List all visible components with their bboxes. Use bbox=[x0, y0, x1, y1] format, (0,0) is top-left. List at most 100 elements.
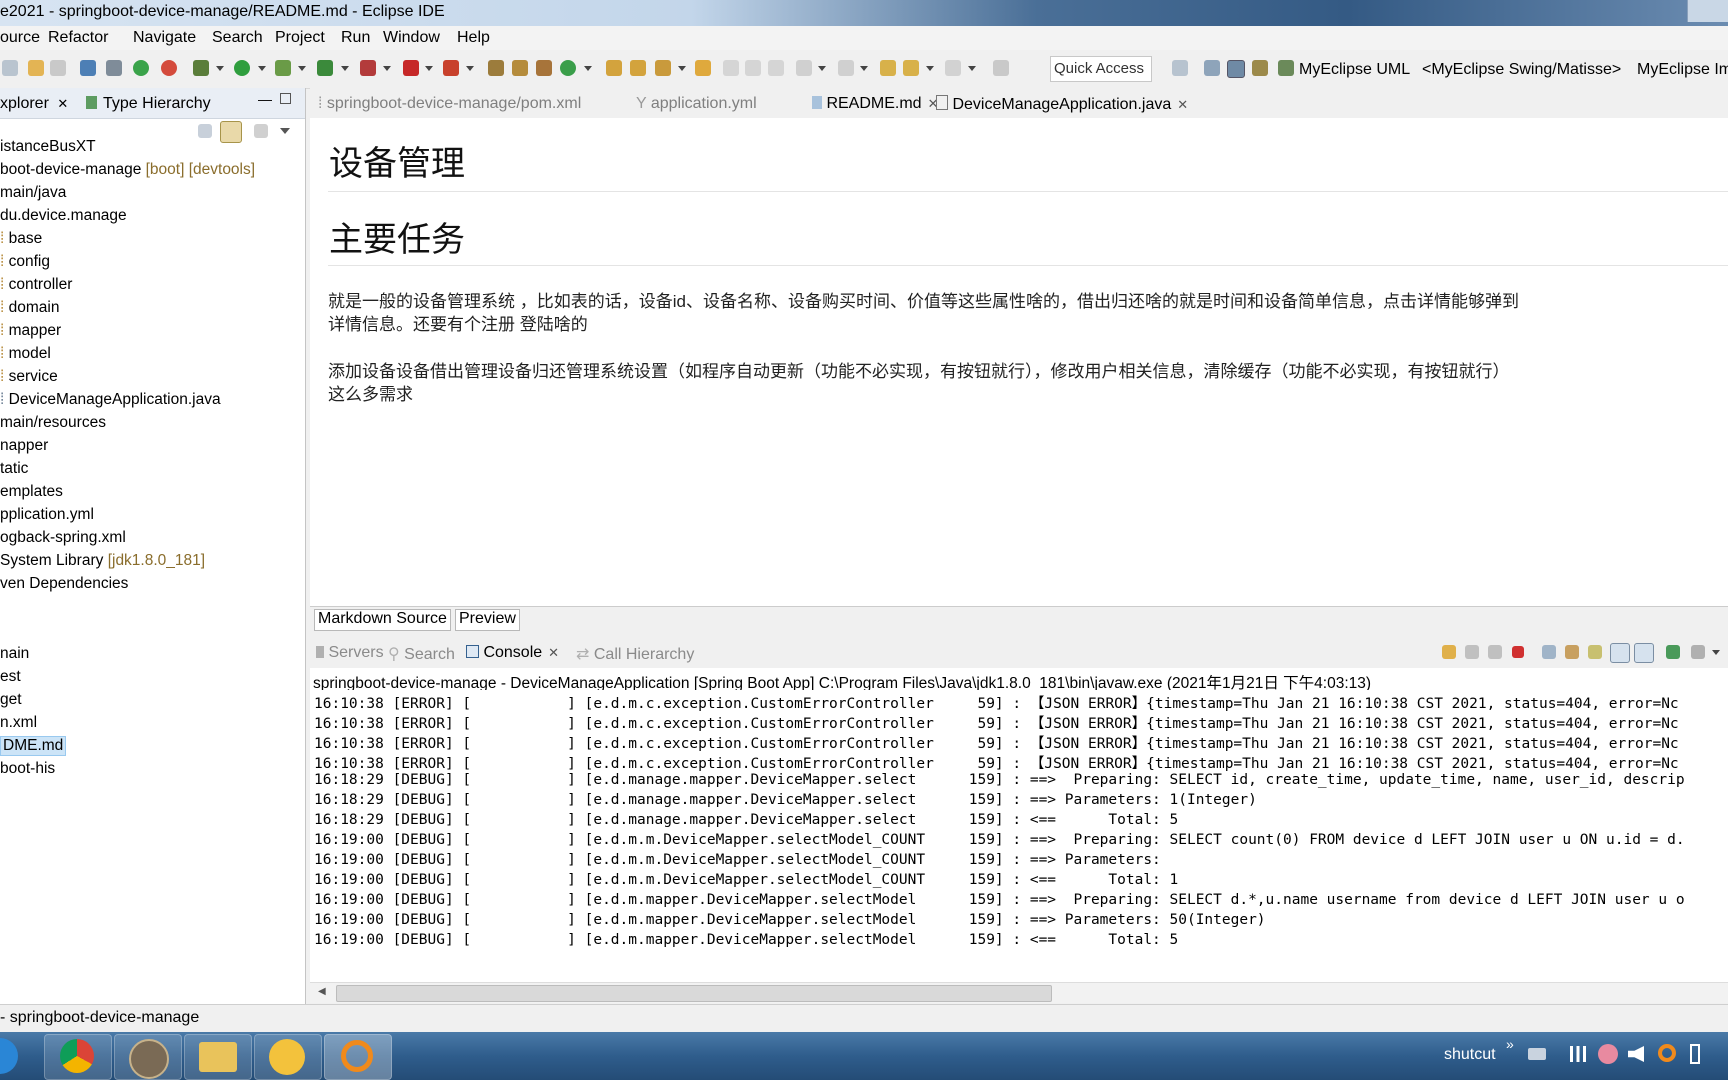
annotation-next-icon[interactable] bbox=[796, 60, 812, 76]
tree-item[interactable]: ⁞ config bbox=[0, 253, 50, 271]
tab-devicemanageapplication-java[interactable]: DeviceManageApplication.java ✕ bbox=[936, 95, 1188, 114]
perspective-myeclipse-im[interactable]: MyEclipse Im bbox=[1637, 61, 1728, 79]
minimize-icon[interactable]: — bbox=[258, 91, 272, 107]
annotation-next-dropdown-icon[interactable] bbox=[818, 66, 826, 71]
tab-servers[interactable]: Servers bbox=[316, 644, 384, 662]
new-wizard-dropdown-icon[interactable] bbox=[584, 66, 592, 71]
show-on-stdout-icon[interactable] bbox=[1610, 643, 1630, 663]
new-wizard-icon[interactable] bbox=[560, 60, 576, 76]
view-menu-icon[interactable] bbox=[280, 128, 290, 134]
tree-item[interactable]: istanceBusXT bbox=[0, 138, 96, 156]
open-perspective-icon[interactable] bbox=[1172, 60, 1188, 76]
menu-refactor[interactable]: Refactor bbox=[48, 29, 108, 47]
tree-item[interactable]: boot-device-manage [boot] [devtools] bbox=[0, 161, 255, 179]
taskbar-search-app[interactable] bbox=[324, 1034, 392, 1080]
console-output[interactable]: 16:10:38 [ERROR] [ ] [e.d.m.c.exception.… bbox=[310, 690, 1728, 982]
tree-item[interactable]: System Library [jdk1.8.0_181] bbox=[0, 552, 205, 570]
menu-window[interactable]: Window bbox=[383, 29, 440, 47]
search-tool-icon[interactable] bbox=[655, 60, 671, 76]
deploy-dropdown-icon[interactable] bbox=[466, 66, 474, 71]
tree-item[interactable]: main/resources bbox=[0, 414, 106, 432]
volume-icon[interactable] bbox=[1628, 1046, 1644, 1062]
tree-item[interactable]: du.device.manage bbox=[0, 207, 127, 225]
profile-dropdown-icon[interactable] bbox=[383, 66, 391, 71]
last-edit-icon[interactable] bbox=[880, 60, 896, 76]
menu-help[interactable]: Help bbox=[457, 29, 490, 47]
debug-icon[interactable] bbox=[193, 60, 209, 76]
remove-all-icon[interactable] bbox=[1488, 645, 1502, 659]
taskbar-chat[interactable] bbox=[254, 1034, 322, 1080]
tree-item[interactable]: ⁞ controller bbox=[0, 276, 72, 294]
scroll-lock-icon[interactable] bbox=[1565, 645, 1579, 659]
forward-icon[interactable] bbox=[945, 60, 961, 76]
stop-icon[interactable] bbox=[403, 60, 419, 76]
tab-application-yml[interactable]: Y application.yml bbox=[636, 95, 757, 113]
terminate-all-icon[interactable] bbox=[1442, 645, 1456, 659]
menu-run[interactable]: Run bbox=[341, 29, 370, 47]
scrollbar-thumb[interactable] bbox=[336, 985, 1052, 1002]
tab-console[interactable]: Console ✕ bbox=[466, 644, 559, 662]
scroll-left-icon[interactable]: ◀ bbox=[318, 986, 326, 997]
tree-item[interactable]: tatic bbox=[0, 460, 28, 478]
maximize-icon[interactable] bbox=[280, 93, 291, 104]
tree-item[interactable]: ⁞ base bbox=[0, 230, 42, 248]
tree-item[interactable]: get bbox=[0, 691, 22, 709]
tree-item[interactable]: boot-his bbox=[0, 760, 55, 778]
tab-readme-md[interactable]: README.md ✕ bbox=[812, 95, 938, 113]
menu-source[interactable]: ource bbox=[0, 29, 40, 47]
coverage-dropdown-icon[interactable] bbox=[341, 66, 349, 71]
java-ee-perspective-icon[interactable] bbox=[1204, 60, 1220, 76]
collapse-all-icon[interactable] bbox=[198, 124, 212, 138]
close-icon[interactable]: ✕ bbox=[548, 645, 559, 660]
open-resource-icon[interactable] bbox=[630, 60, 646, 76]
pin-console-icon[interactable] bbox=[1666, 645, 1680, 659]
perspective-myeclipse-uml[interactable]: MyEclipse UML bbox=[1299, 61, 1410, 79]
tab-call-hierarchy[interactable]: ⇄ Call Hierarchy bbox=[576, 644, 694, 664]
new-package-icon[interactable] bbox=[512, 60, 528, 76]
menu-project[interactable]: Project bbox=[275, 29, 325, 47]
deploy-icon[interactable] bbox=[443, 60, 459, 76]
tree-item[interactable]: main/java bbox=[0, 184, 66, 202]
keyboard-icon[interactable] bbox=[1528, 1048, 1546, 1060]
new-icon[interactable] bbox=[2, 60, 18, 76]
back-icon[interactable] bbox=[903, 60, 919, 76]
tree-item[interactable]: napper bbox=[0, 437, 48, 455]
uml-perspective-icon[interactable] bbox=[1278, 60, 1294, 76]
link-editor-icon[interactable] bbox=[220, 121, 242, 143]
run-external-dropdown-icon[interactable] bbox=[298, 66, 306, 71]
menu-navigate[interactable]: Navigate bbox=[133, 29, 196, 47]
terminate-icon[interactable] bbox=[1512, 646, 1524, 658]
tree-item[interactable]: ⁞ domain bbox=[0, 299, 59, 317]
annotation-prev-icon[interactable] bbox=[838, 60, 854, 76]
undo-icon[interactable] bbox=[28, 60, 44, 76]
console-icon[interactable] bbox=[80, 60, 96, 76]
tree-item[interactable]: ⁞ DeviceManageApplication.java bbox=[0, 391, 221, 409]
window-controls[interactable] bbox=[1687, 0, 1728, 22]
new-class-icon[interactable] bbox=[536, 60, 552, 76]
coverage-icon[interactable] bbox=[317, 60, 333, 76]
console-horizontal-scrollbar[interactable]: ◀ bbox=[310, 982, 1728, 1003]
tree-item[interactable]: n.xml bbox=[0, 714, 37, 732]
tree-item-selected[interactable]: DME.md bbox=[0, 736, 67, 756]
tree-item[interactable]: est bbox=[0, 668, 21, 686]
menu-search[interactable]: Search bbox=[212, 29, 263, 47]
tree-item[interactable]: ven Dependencies bbox=[0, 575, 128, 593]
tree-item[interactable]: nain bbox=[0, 645, 29, 663]
taskbar-explorer[interactable] bbox=[184, 1034, 252, 1080]
task-icon[interactable] bbox=[695, 60, 711, 76]
chevron-down-icon[interactable] bbox=[1712, 650, 1720, 655]
tree-item[interactable]: ⁞ mapper bbox=[0, 322, 61, 340]
perspective-swing-matisse[interactable]: <MyEclipse Swing/Matisse> bbox=[1422, 61, 1621, 79]
app-tray-icon[interactable] bbox=[1598, 1044, 1618, 1064]
tab-type-hierarchy[interactable]: Type Hierarchy bbox=[86, 95, 211, 113]
focus-icon[interactable] bbox=[254, 124, 268, 138]
battery-icon[interactable] bbox=[1690, 1044, 1700, 1064]
tree-item[interactable]: ⁞ model bbox=[0, 345, 51, 363]
network-icon[interactable] bbox=[1570, 1046, 1586, 1062]
run-dropdown-icon[interactable] bbox=[258, 66, 266, 71]
annotation-prev-dropdown-icon[interactable] bbox=[860, 66, 868, 71]
run-icon[interactable] bbox=[234, 60, 250, 76]
debug-dropdown-icon[interactable] bbox=[216, 66, 224, 71]
tab-preview[interactable]: Preview bbox=[455, 609, 520, 631]
tree-item[interactable]: pplication.yml bbox=[0, 506, 94, 524]
